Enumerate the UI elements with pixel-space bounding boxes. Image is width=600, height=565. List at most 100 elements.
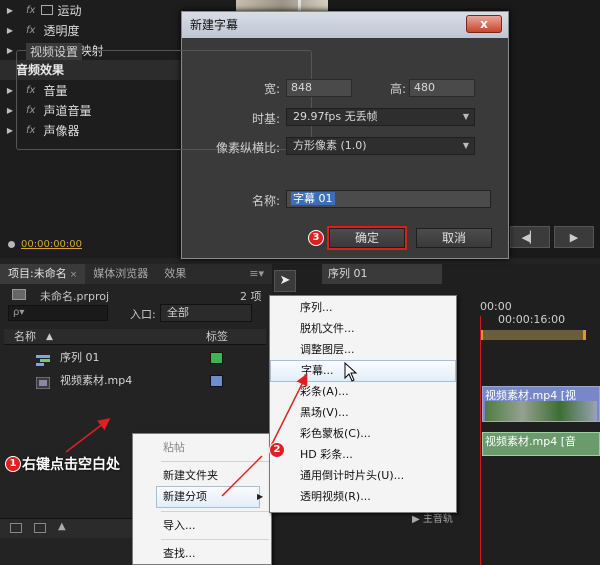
column-label[interactable]: 标签	[206, 329, 228, 345]
name-label: 名称:	[251, 194, 280, 208]
menu-item-import[interactable]: 导入...	[133, 516, 271, 536]
audio-clip[interactable]: 视频素材.mp4 [音	[482, 432, 600, 456]
menu-item-hd-bars[interactable]: HD 彩条...	[270, 445, 456, 465]
timeline-ruler[interactable]: 00:00 00:00:16:00	[480, 300, 600, 326]
menu-separator	[161, 461, 269, 462]
ruler-start: 00:00	[480, 300, 512, 313]
menu-item-sequence[interactable]: 序列...	[270, 298, 456, 318]
search-input[interactable]: ρ▾	[8, 305, 108, 321]
expand-triangle-icon[interactable]: ▶	[4, 26, 16, 35]
height-label: 高:	[389, 82, 406, 96]
clip-thumbnail	[485, 401, 597, 421]
project-tabs: 项目:未命名 × 媒体浏览器 效果 ≡▾	[0, 264, 272, 284]
tab-sequence[interactable]: 序列 01	[322, 264, 442, 284]
menu-item-bars-tone[interactable]: 彩条(A)...	[270, 382, 456, 402]
cancel-button[interactable]: 取消	[416, 228, 492, 248]
project-item-sequence[interactable]: 序列 01	[4, 347, 266, 369]
pixel-aspect-select[interactable]: 方形像素 (1.0) ▼	[286, 137, 475, 155]
expand-triangle-icon[interactable]: ▶	[4, 46, 16, 55]
timebase-select[interactable]: 29.97fps 无丢帧 ▼	[286, 108, 475, 126]
effect-timecode[interactable]: 00:00:00:00	[21, 239, 82, 250]
menu-item-offline-file[interactable]: 脱机文件...	[270, 319, 456, 339]
effect-label: 运动	[57, 3, 82, 18]
name-field[interactable]: 字幕 01	[286, 190, 491, 208]
menu-item-black-video[interactable]: 黑场(V)...	[270, 403, 456, 423]
list-view-icon[interactable]	[10, 523, 22, 533]
sort-up-icon[interactable]: ▲	[46, 329, 53, 345]
step-2-badge: 2	[269, 442, 285, 458]
label-color-swatch	[210, 375, 223, 387]
menu-item-color-matte[interactable]: 彩色蒙板(C)...	[270, 424, 456, 444]
transform-icon	[41, 5, 54, 15]
ruler-mark: 00:00:16:00	[498, 313, 566, 326]
item-name: 视频素材.mp4	[60, 374, 133, 387]
project-file-name: 未命名.prproj	[40, 290, 110, 303]
menu-item-adjustment-layer[interactable]: 调整图层...	[270, 340, 456, 360]
tab-project[interactable]: 项目:未命名 ×	[0, 264, 86, 284]
step-1-badge: 1	[5, 456, 21, 472]
menu-item-paste[interactable]: 粘帖	[133, 438, 271, 458]
project-column-header: 名称 ▲ 标签	[4, 329, 266, 345]
menu-separator	[161, 539, 269, 540]
entry-label: 入口:	[130, 308, 156, 321]
work-area-bar[interactable]	[480, 330, 586, 340]
menu-item-new-bin[interactable]: 新建文件夹	[133, 466, 271, 486]
sequence-icon	[36, 352, 50, 366]
expand-triangle-icon[interactable]: ▶	[4, 86, 16, 95]
close-icon[interactable]: x	[466, 15, 502, 33]
new-item-submenu: 序列... 脱机文件... 调整图层... 字幕... 彩条(A)... 黑场(…	[269, 295, 457, 513]
panel-menu-icon[interactable]: ≡▾	[241, 264, 272, 284]
step-back-icon[interactable]: ◀▏	[510, 226, 550, 248]
expand-triangle-icon[interactable]: ▶	[4, 106, 16, 115]
close-icon[interactable]: ×	[70, 270, 78, 280]
item-name: 序列 01	[60, 351, 100, 364]
project-info-row: 未命名.prproj 2 项	[0, 287, 272, 303]
track-triangle-icon[interactable]: ▶	[412, 514, 420, 525]
playhead-line[interactable]	[480, 316, 481, 565]
tab-effects[interactable]: 效果	[156, 264, 194, 284]
video-settings-title: 视频设置	[26, 43, 83, 60]
expand-triangle-icon[interactable]: ▶	[4, 126, 16, 135]
menu-item-title[interactable]: 字幕...	[270, 360, 456, 382]
fx-icon: fx	[26, 4, 36, 16]
menu-item-transparent-video[interactable]: 透明视频(R)...	[270, 487, 456, 507]
context-menu: 粘帖 新建文件夹 新建分项 ▶ 导入... 查找...	[132, 433, 272, 565]
video-settings-group	[16, 50, 312, 150]
menu-separator	[161, 511, 269, 512]
submenu-arrow-icon: ▶	[257, 492, 264, 501]
monitor-transport: ◀▏ ▶	[510, 226, 600, 252]
chevron-down-icon: ▼	[462, 112, 469, 121]
zoom-small-icon[interactable]: ▲	[58, 521, 66, 532]
video-file-icon	[35, 375, 51, 390]
mouse-cursor-icon	[344, 361, 358, 382]
icon-view-icon[interactable]	[34, 523, 46, 533]
tab-media-browser[interactable]: 媒体浏览器	[85, 264, 156, 284]
expand-triangle-icon[interactable]: ▶	[4, 6, 16, 15]
chevron-down-icon: ▼	[462, 141, 469, 150]
playhead-dot-icon	[8, 240, 15, 248]
step-3-badge: 3	[308, 230, 324, 246]
menu-item-new-item[interactable]: 新建分项	[156, 486, 260, 508]
step-1-text: 右键点击空白处	[22, 457, 120, 473]
project-file-icon	[12, 289, 26, 300]
video-clip[interactable]: 视频素材.mp4 [视	[482, 386, 600, 422]
label-color-swatch	[210, 352, 223, 364]
height-field[interactable]: 480	[409, 79, 475, 97]
effect-label: 透明度	[43, 23, 80, 38]
selection-tool-icon[interactable]: ➤	[274, 270, 296, 292]
dialog-titlebar: 新建字幕 x	[182, 12, 508, 38]
menu-item-countdown-leader[interactable]: 通用倒计时片头(U)...	[270, 466, 456, 486]
pixel-aspect-label: 像素纵横比:	[215, 141, 280, 155]
project-item-count: 2 项	[240, 290, 262, 303]
width-field[interactable]: 848	[286, 79, 352, 97]
column-name[interactable]: 名称	[14, 329, 36, 345]
timebase-label: 时基:	[251, 112, 280, 126]
play-icon[interactable]: ▶	[554, 226, 594, 248]
fx-icon: fx	[26, 24, 36, 36]
ok-button[interactable]: 确定	[327, 226, 407, 250]
entry-select[interactable]: 全部	[160, 304, 252, 322]
project-item-video[interactable]: 视频素材.mp4	[4, 370, 266, 392]
clip-label: 视频素材.mp4 [音	[485, 435, 576, 448]
width-label: 宽:	[263, 82, 280, 96]
menu-item-find[interactable]: 查找...	[133, 544, 271, 564]
